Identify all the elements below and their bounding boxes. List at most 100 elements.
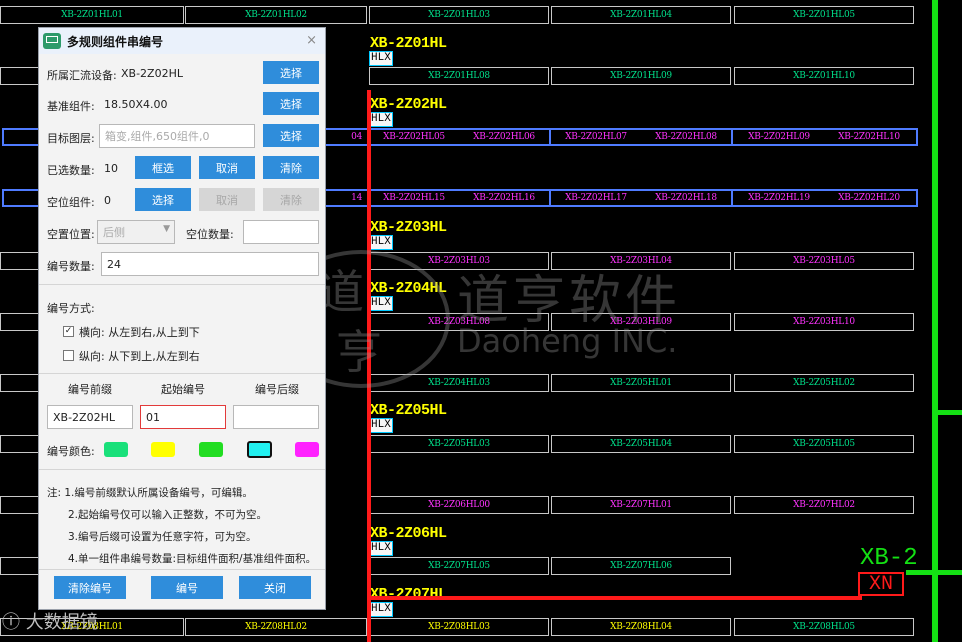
select-empty-button[interactable]: 选择	[135, 188, 191, 211]
color-swatch-cyan[interactable]	[247, 441, 272, 458]
string-cell[interactable]: XB-2Z01HL05	[734, 6, 914, 24]
string-cell[interactable]: XB-2Z08HL02	[185, 618, 367, 636]
hlx-tag[interactable]: HLX	[369, 112, 393, 127]
color-swatch-lime[interactable]	[199, 442, 223, 457]
string-cell[interactable]: XB-2Z03HL03	[369, 252, 549, 270]
string-group-label[interactable]: XB-2Z01HL	[370, 36, 447, 52]
xn-box[interactable]: XN	[858, 572, 904, 596]
string-cell[interactable]: XB-2Z01HL02	[185, 6, 367, 24]
clear-select-button[interactable]: 清除	[263, 156, 319, 179]
number-button[interactable]: 编号	[151, 576, 223, 599]
string-cell[interactable]	[0, 252, 40, 270]
string-cell[interactable]: XB-2Z02HL16	[459, 189, 549, 207]
string-cell[interactable]: XB-2Z08HL04	[551, 618, 731, 636]
cancel-empty-button[interactable]: 取消	[199, 188, 255, 211]
number-count-input[interactable]: 24	[101, 252, 319, 276]
string-cell[interactable]: XB-2Z01HL08	[369, 67, 549, 85]
close-icon[interactable]: ×	[306, 33, 317, 48]
string-cell[interactable]: XB-2Z02HL10	[824, 128, 914, 146]
string-cell[interactable]: XB-2Z02HL15	[369, 189, 459, 207]
string-cell[interactable]: XB-2Z08HL03	[369, 618, 549, 636]
close-button[interactable]: 关闭	[239, 576, 311, 599]
suffix-input[interactable]	[233, 405, 319, 429]
string-cell[interactable]: XB-2Z02HL05	[369, 128, 459, 146]
string-cell[interactable]: XB-2Z03HL09	[551, 313, 731, 331]
string-cell[interactable]: XB-2Z06HL00	[369, 496, 549, 514]
string-cell[interactable]: XB-2Z01HL09	[551, 67, 731, 85]
hlx-tag[interactable]: HLX	[369, 235, 393, 250]
select-base-button[interactable]: 选择	[263, 92, 319, 115]
string-cell[interactable]: XB-2Z07HL06	[551, 557, 731, 575]
prefix-input[interactable]: XB-2Z02HL	[47, 405, 133, 429]
color-swatch-green[interactable]	[104, 442, 128, 457]
base-label: 基准组件:	[47, 100, 95, 113]
string-cell[interactable]: XB-2Z03HL10	[734, 313, 914, 331]
empty-pos-select[interactable]: 后侧 ▼	[97, 220, 175, 244]
string-cell[interactable]: 14	[326, 189, 366, 207]
hlx-tag[interactable]: HLX	[369, 51, 393, 66]
horizontal-checkbox[interactable]: ✓	[63, 326, 74, 337]
frame-select-button[interactable]: 框选	[135, 156, 191, 179]
cancel-select-button[interactable]: 取消	[199, 156, 255, 179]
string-cell[interactable]: XB-2Z02HL07	[551, 128, 641, 146]
string-cell[interactable]	[0, 435, 40, 453]
hlx-tag[interactable]: HLX	[369, 418, 393, 433]
string-cell[interactable]: XB-2Z02HL08	[641, 128, 731, 146]
string-cell[interactable]: XB-2Z03HL04	[551, 252, 731, 270]
string-cell[interactable]: XB-2Z02HL18	[641, 189, 731, 207]
string-cell[interactable]: XB-2Z02HL06	[459, 128, 549, 146]
dialog-titlebar[interactable]: 多规则组件串编号 ×	[39, 28, 325, 54]
string-cell[interactable]	[0, 67, 40, 85]
string-cell[interactable]	[0, 313, 40, 331]
box-transformer-label[interactable]: XB-2	[860, 546, 918, 572]
string-cell[interactable]	[0, 374, 40, 392]
string-cell[interactable]: XB-2Z01HL10	[734, 67, 914, 85]
start-number-input[interactable]: 01	[140, 405, 226, 429]
horizontal-label[interactable]: 横向: 从左到右,从上到下	[79, 324, 200, 340]
color-swatch-yellow[interactable]	[151, 442, 175, 457]
string-cell[interactable]: XB-2Z05HL04	[551, 435, 731, 453]
hlx-tag[interactable]: HLX	[369, 296, 393, 311]
string-cell[interactable]: XB-2Z02HL19	[734, 189, 824, 207]
string-cell[interactable]: XB-2Z05HL02	[734, 374, 914, 392]
color-swatch-magenta[interactable]	[295, 442, 319, 457]
string-group-label[interactable]: XB-2Z07HL	[370, 587, 447, 603]
string-cell[interactable]: XB-2Z01HL03	[369, 6, 549, 24]
string-cell[interactable]: 04	[326, 128, 366, 146]
clear-numbers-button[interactable]: 清除编号	[54, 576, 126, 599]
string-cell[interactable]: XB-2Z01HL01	[0, 6, 184, 24]
string-cell[interactable]: XB-2Z04HL03	[369, 374, 549, 392]
hlx-tag[interactable]: HLX	[369, 541, 393, 556]
clear-empty-button[interactable]: 清除	[263, 188, 319, 211]
string-group-label[interactable]: XB-2Z03HL	[370, 220, 447, 236]
empty-count-input[interactable]	[243, 220, 319, 244]
string-cell[interactable]	[0, 496, 40, 514]
string-cell[interactable]: XB-2Z05HL01	[551, 374, 731, 392]
vertical-label[interactable]: 纵向: 从下到上,从左到右	[79, 348, 200, 364]
note-2: 2.起始编号仅可以输入正整数，不可为空。	[68, 509, 268, 521]
divider	[39, 569, 325, 570]
string-group-label[interactable]: XB-2Z06HL	[370, 526, 447, 542]
string-cell[interactable]: XB-2Z07HL02	[734, 496, 914, 514]
string-group-label[interactable]: XB-2Z05HL	[370, 403, 447, 419]
string-cell[interactable]	[0, 557, 40, 575]
string-cell[interactable]: XB-2Z07HL01	[551, 496, 731, 514]
string-group-label[interactable]: XB-2Z04HL	[370, 281, 447, 297]
string-cell[interactable]: XB-2Z08HL05	[734, 618, 914, 636]
string-cell[interactable]: XB-2Z02HL09	[734, 128, 824, 146]
string-cell[interactable]: XB-2Z02HL20	[824, 189, 914, 207]
string-cell[interactable]: XB-2Z05HL05	[734, 435, 914, 453]
select-target-button[interactable]: 选择	[263, 124, 319, 147]
string-cell[interactable]: XB-2Z05HL03	[369, 435, 549, 453]
string-cell[interactable]: XB-2Z03HL08	[369, 313, 549, 331]
string-cell[interactable]: XB-2Z01HL04	[551, 6, 731, 24]
vertical-checkbox[interactable]	[63, 350, 74, 361]
string-group-label[interactable]: XB-2Z02HL	[370, 97, 447, 113]
string-cell[interactable]: XB-2Z02HL17	[551, 189, 641, 207]
string-cell[interactable]: XB-2Z03HL05	[734, 252, 914, 270]
hlx-tag[interactable]: HLX	[369, 602, 393, 617]
select-device-button[interactable]: 选择	[263, 61, 319, 84]
target-layer-input[interactable]: 箱变,组件,650组件,0	[99, 124, 255, 148]
red-cable-vertical	[367, 90, 371, 642]
string-cell[interactable]: XB-2Z07HL05	[369, 557, 549, 575]
